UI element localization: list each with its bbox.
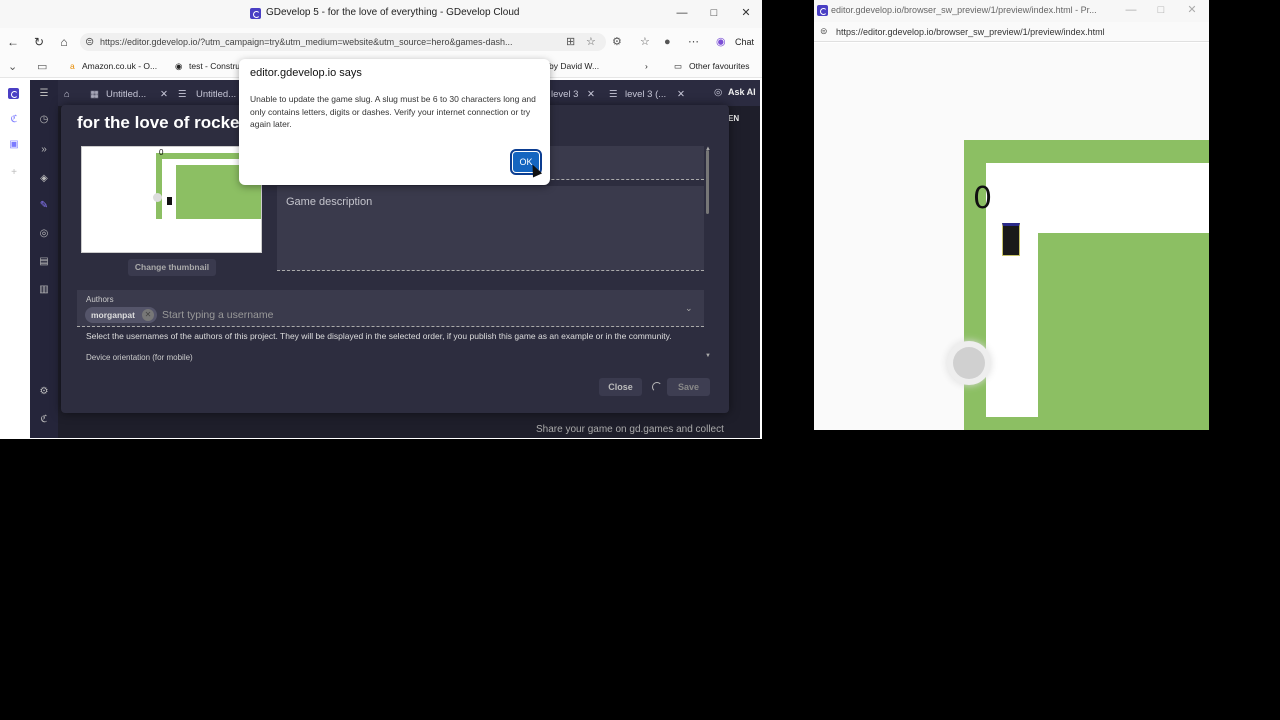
loading-spinner-icon [652,382,662,392]
change-thumbnail-button[interactable]: Change thumbnail [128,259,216,276]
game-description-placeholder: Game description [286,196,373,208]
gdevelop-logo-icon[interactable] [8,88,19,99]
lock-icon[interactable]: ⊜ [820,26,828,37]
bookmark-amazon[interactable]: Amazon.co.uk - O... [82,61,157,71]
dialog-title: for the love of rocket [77,113,246,132]
chat-button-label[interactable]: Chat [735,37,754,47]
home-tab-icon[interactable]: ⌂ [64,89,70,100]
profile-avatar-icon[interactable]: ● [664,35,671,49]
back-icon[interactable]: ← [5,34,21,50]
favorite-star-icon[interactable]: ☆ [586,35,596,49]
author-search-input[interactable]: Start typing a username [162,309,273,321]
expand-panel-icon[interactable]: » [38,144,50,155]
chevron-down-icon[interactable]: ⌄ [685,303,693,314]
thumb-white-corridor [162,159,176,219]
tab-untitled-1[interactable]: Untitled... [106,89,146,100]
alert-message: Unable to update the game slug. A slug m… [250,94,536,129]
extensions-icon[interactable]: ⚙ [612,35,622,49]
folder-icon: ▭ [674,61,683,71]
share-promo-text: Share your game on gd.games and collect [536,424,724,435]
community-icon[interactable]: ℭ [38,414,50,425]
events-tab-icon: ☰ [178,89,187,100]
preview-window-title: editor.gdevelop.io/browser_sw_preview/1/… [831,5,1097,15]
add-icon[interactable]: + [8,167,20,178]
bookmarks-overflow-icon[interactable]: › [645,61,648,71]
authors-help-text: Select the usernames of the authors of t… [86,331,672,341]
tab-level-3-events[interactable]: level 3 (... [625,89,666,100]
maximize-icon[interactable]: □ [707,6,721,20]
language-label[interactable]: EN [728,114,739,123]
device-orientation-label: Device orientation (for mobile) [86,353,193,362]
close-button[interactable]: Close [599,378,642,396]
collections-icon[interactable]: ▭ [37,60,47,74]
game-thumbnail[interactable]: 0 [81,146,262,253]
minimize-icon[interactable]: — [675,6,689,20]
reload-icon[interactable]: ↻ [31,34,47,50]
home-icon[interactable]: ⌂ [56,34,72,50]
minimize-icon[interactable]: — [1124,3,1138,17]
save-button[interactable]: Save [667,378,710,396]
site-info-icon[interactable]: ⊜ [85,35,94,49]
build-icon[interactable]: ✎ [38,200,50,211]
tab-level-3[interactable]: level 3 [551,89,578,100]
bookmark-other-favourites[interactable]: Other favourites [689,61,749,71]
thumb-joystick [153,193,162,202]
browser-window-preview: editor.gdevelop.io/browser_sw_preview/1/… [814,0,1209,430]
settings-icon[interactable]: ⚙ [38,386,50,397]
game-canvas[interactable]: 0 [814,43,1209,430]
scroll-down-icon[interactable]: ▼ [705,353,711,359]
close-window-icon[interactable]: ✕ [739,6,753,20]
close-tab-icon[interactable]: ✕ [160,89,168,100]
authors-label: Authors [86,295,114,304]
learn-icon[interactable]: ◈ [38,173,50,184]
close-tab-icon[interactable]: ✕ [677,89,685,100]
thumb-score: 0 [159,148,164,157]
virtual-joystick[interactable] [947,341,991,385]
more-menu-icon[interactable]: ⋯ [688,35,699,49]
gdevelop-home-icon[interactable]: ℭ [8,114,20,125]
preview-url-text[interactable]: https://editor.gdevelop.io/browser_sw_pr… [836,27,1105,37]
menu-icon[interactable]: ☰ [38,88,50,99]
remove-author-icon[interactable]: ✕ [142,309,154,321]
author-chip-label: morganpat [91,310,135,320]
joystick-knob[interactable] [953,347,985,379]
shop-icon[interactable]: ▤ [38,256,50,267]
bookmark-test-icon: ◉ [175,61,183,71]
split-screen-icon[interactable]: ⊞ [566,35,575,49]
preview-title-bar: editor.gdevelop.io/browser_sw_preview/1/… [814,0,1209,22]
white-corridor-left [986,163,1038,417]
play-icon[interactable]: ◎ [38,228,50,239]
ask-ai-button[interactable]: Ask AI [728,87,756,97]
close-tab-icon[interactable]: ✕ [587,89,595,100]
score-text: 0 [973,181,993,216]
thumb-player [167,197,172,205]
tab-untitled-2[interactable]: Untitled... [196,89,236,100]
favorites-icon[interactable]: ☆ [640,35,650,49]
alert-title: editor.gdevelop.io says [250,67,362,79]
close-window-icon[interactable]: ✕ [1185,3,1199,17]
ask-ai-icon: ◎ [714,87,723,98]
team-icon[interactable]: ▥ [38,284,50,295]
scene-tab-icon: ▦ [90,89,99,100]
dialog-scrollbar[interactable] [706,150,709,214]
bookmarks-chevron-icon[interactable]: ⌄ [8,60,17,74]
player-sprite [1002,223,1020,256]
copilot-icon[interactable]: ◉ [716,35,726,49]
amazon-icon: a [70,61,75,71]
url-text[interactable]: https://editor.gdevelop.io/?utm_campaign… [100,37,560,47]
gdevelop-favicon-icon [817,5,828,16]
maximize-icon[interactable]: □ [1154,3,1168,17]
history-icon[interactable]: ◷ [38,114,50,125]
layout-icon[interactable]: ▣ [8,139,20,150]
gdevelop-favicon-icon [250,8,261,19]
bookmark-david[interactable]: by David W... [549,61,599,71]
preview-address-bar: ⊜ https://editor.gdevelop.io/browser_sw_… [814,22,1209,42]
events-tab-icon: ☰ [609,89,618,100]
window-title: GDevelop 5 - for the love of everything … [266,7,520,18]
title-bar: GDevelop 5 - for the love of everything … [0,0,762,28]
